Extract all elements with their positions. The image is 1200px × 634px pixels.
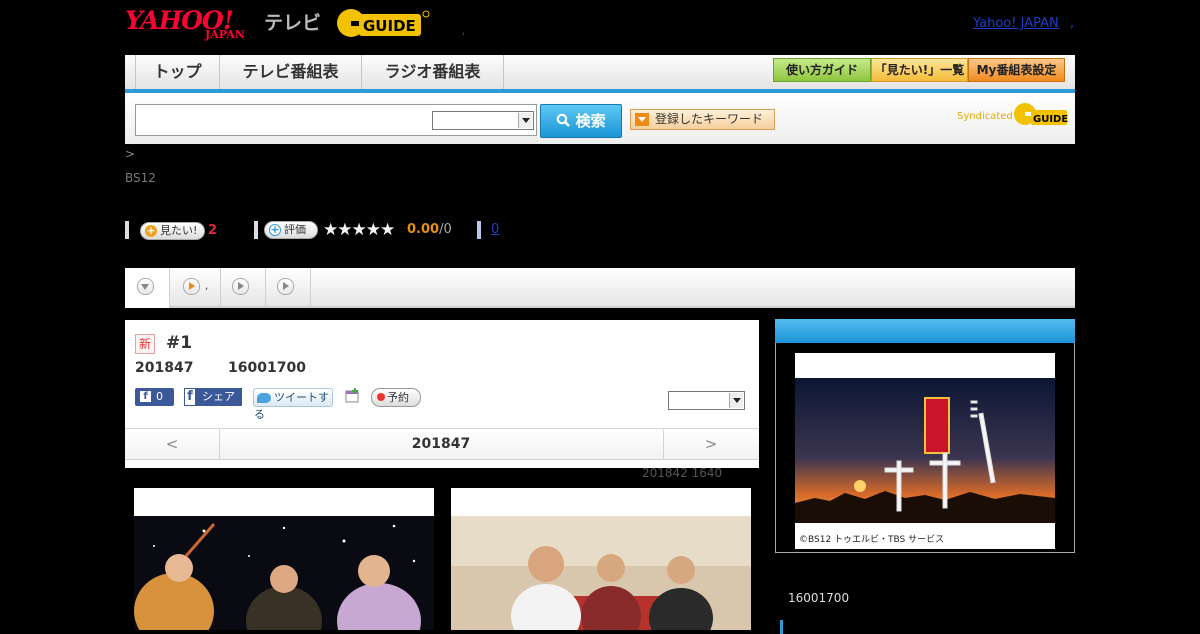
header-dot: ,: [462, 26, 466, 37]
program-key-visual[interactable]: ©BS12 トゥエルビ・TBS サービス: [795, 353, 1055, 549]
tab-item-sep: ,: [205, 281, 209, 292]
plus-icon: +: [145, 224, 157, 237]
reviews-count-link[interactable]: 0: [491, 222, 499, 237]
my-guide-settings-button[interactable]: My番組表設定: [968, 58, 1065, 82]
comedians-photo: [451, 516, 751, 630]
search-bar: 検索 登録したキーワード Syndicated GUIDE: [125, 93, 1075, 144]
yahoo-japan-text: JAPAN: [205, 28, 245, 41]
rating-score-value: 0.00: [407, 222, 440, 237]
gguide-logo[interactable]: GUIDE: [335, 6, 430, 40]
facebook-share-label: シェア: [202, 390, 235, 403]
facebook-like-button[interactable]: f0: [135, 388, 174, 406]
side-panel-header: [775, 319, 1075, 343]
next-button[interactable]: >: [663, 429, 758, 459]
divider: [254, 221, 258, 239]
tab-expand[interactable]: [125, 268, 170, 308]
syndicated-gguide-logo-icon: GUIDE: [1014, 103, 1068, 125]
want-button[interactable]: + 見たい!: [140, 222, 205, 240]
rating-stars: ★★★★★: [323, 220, 395, 240]
tweet-button[interactable]: ツイートする: [253, 388, 333, 421]
rating-score: 0.00/0: [407, 222, 452, 237]
pager-date: 201847: [411, 436, 471, 452]
divider: [477, 221, 481, 239]
plus-icon: +: [269, 223, 281, 236]
search-category-select[interactable]: [432, 111, 534, 130]
gguide-logo-icon: GUIDE: [337, 9, 430, 37]
divider: [125, 221, 129, 239]
calendar-add-icon[interactable]: [345, 388, 360, 403]
program-time: 16001700: [228, 360, 306, 376]
search-button-label: 検索: [575, 112, 606, 130]
tab-item-2[interactable]: [221, 268, 266, 306]
rate-button[interactable]: + 評価: [264, 221, 318, 239]
program-select[interactable]: [668, 391, 745, 410]
facebook-icon: f: [140, 391, 151, 402]
chevron-down-icon: [518, 113, 532, 128]
yahoo-japan-logo[interactable]: YAHOO! JAPAN: [125, 6, 245, 41]
expand-icon: [137, 278, 154, 295]
record-icon: [377, 393, 385, 401]
program-detail: 新 #1 201847 16001700 f0 f シェア ツイートする 予約 <…: [125, 320, 759, 468]
rating-count: /0: [439, 222, 452, 237]
main-nav: トップ テレビ番組表 ラジオ番組表 使い方ガイド 「見たい!」一覧 My番組表設…: [125, 55, 1075, 93]
tv-logo-text[interactable]: テレビ: [264, 8, 321, 35]
header-separator: ,: [1070, 16, 1075, 31]
facebook-icon: f: [184, 388, 196, 406]
nav-tab-top[interactable]: トップ: [136, 55, 220, 89]
gguide-logo-text: GUIDE: [363, 17, 416, 35]
want-label: 見たい!: [160, 224, 198, 237]
reserve-button[interactable]: 予約: [371, 388, 421, 407]
side-broadcast-time: 16001700: [788, 591, 850, 605]
tab-item-1[interactable]: ,: [170, 268, 221, 306]
new-badge: 新: [135, 334, 155, 354]
program-title: #1: [166, 333, 193, 353]
sunset-title-image: [795, 378, 1055, 523]
saved-keywords-button[interactable]: 登録したキーワード: [630, 109, 775, 130]
updated-time: 201842 1640: [642, 466, 723, 480]
program-image-card[interactable]: [451, 488, 751, 630]
side-accent-bar: [780, 620, 783, 634]
previous-button[interactable]: <: [125, 429, 220, 459]
program-date: 201847: [135, 360, 194, 376]
reserve-label: 予約: [387, 391, 409, 404]
syndicated-gguide-logo-text: GUIDE: [1033, 114, 1068, 125]
nav-tab-tv-guide[interactable]: テレビ番組表: [220, 55, 362, 89]
facebook-count: 0: [156, 390, 163, 403]
dropdown-icon: [635, 113, 649, 126]
syndicated-label: Syndicated: [957, 111, 1013, 122]
breadcrumb[interactable]: >: [125, 147, 135, 161]
side-panel-body: 16001700: [775, 553, 1075, 634]
chevron-down-icon: [729, 393, 743, 408]
play-icon: [183, 278, 200, 295]
play-icon: [277, 278, 294, 295]
usage-guide-button[interactable]: 使い方ガイド: [773, 58, 871, 82]
side-panel: ©BS12 トゥエルビ・TBS サービス: [775, 343, 1075, 553]
want-count: 2: [208, 223, 218, 238]
play-icon: [232, 278, 249, 295]
channel-name: BS12: [125, 171, 156, 185]
rakugo-performers-photo: [134, 516, 434, 630]
program-pager: < 201847 >: [125, 428, 759, 460]
twitter-bird-icon: [257, 393, 271, 403]
nav-left-edge: [125, 55, 136, 89]
search-button[interactable]: 検索: [540, 104, 622, 138]
rate-label: 評価: [284, 223, 306, 236]
image-caption: ©BS12 トゥエルビ・TBS サービス: [799, 535, 945, 545]
yahoo-japan-link[interactable]: Yahoo! JAPAN: [973, 16, 1059, 31]
tab-item-3[interactable]: [266, 268, 311, 306]
program-tabs: ,: [125, 268, 1075, 308]
facebook-share-button[interactable]: f シェア: [184, 388, 242, 406]
want-list-button[interactable]: 「見たい!」一覧: [871, 58, 968, 82]
search-icon: [557, 113, 571, 127]
saved-keywords-label: 登録したキーワード: [655, 112, 764, 126]
nav-tab-radio-guide[interactable]: ラジオ番組表: [362, 55, 504, 89]
program-image-card[interactable]: [134, 488, 434, 630]
